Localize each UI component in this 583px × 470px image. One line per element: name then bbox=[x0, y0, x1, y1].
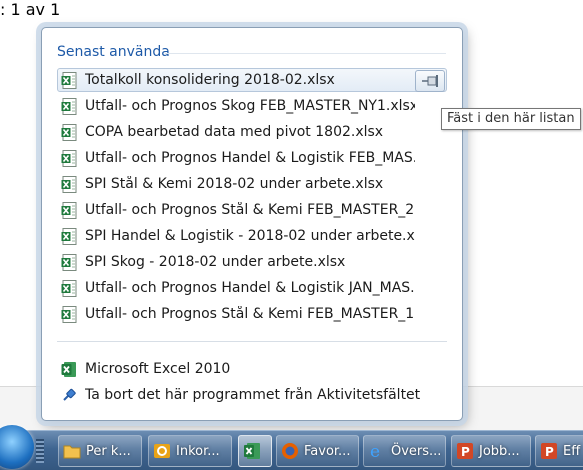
recent-file-label: Totalkoll konsolidering 2018-02.xlsx bbox=[85, 72, 335, 88]
recent-file-item[interactable]: SPI Skog - 2018-02 under arbete.xlsx bbox=[57, 250, 447, 274]
excel-file-icon bbox=[61, 149, 77, 167]
excel-file-icon bbox=[61, 175, 77, 193]
task-label: Ta bort det här programmet från Aktivite… bbox=[85, 387, 421, 403]
taskbar-button-label: Jobb... bbox=[479, 443, 520, 459]
recent-file-item[interactable]: COPA bearbetad data med pivot 1802.xlsx bbox=[57, 120, 447, 144]
recent-file-item[interactable]: Utfall- och Prognos Skog FEB_MASTER_NY1.… bbox=[57, 94, 447, 118]
pin-tooltip: Fäst i den här listan bbox=[441, 108, 581, 130]
recent-file-item[interactable]: Utfall- och Prognos Handel & Logistik JA… bbox=[57, 276, 447, 300]
excel-file-icon bbox=[61, 201, 77, 219]
powerpoint-icon: P bbox=[456, 442, 474, 460]
excel-app-icon bbox=[243, 442, 261, 460]
recent-file-label: SPI Stål & Kemi 2018-02 under arbete.xls… bbox=[85, 176, 384, 192]
taskbar-button-label: Övers... bbox=[391, 443, 442, 459]
folder-icon bbox=[63, 442, 81, 460]
recent-file-item[interactable]: SPI Handel & Logistik - 2018-02 under ar… bbox=[57, 224, 447, 248]
recent-file-label: COPA bearbetad data med pivot 1802.xlsx bbox=[85, 124, 384, 140]
excel-file-icon bbox=[61, 71, 77, 89]
pin-icon[interactable] bbox=[415, 70, 445, 92]
taskbar-button[interactable]: Per k... bbox=[58, 435, 142, 467]
page-count-text: : 1 av 1 bbox=[0, 0, 61, 19]
excel-app-icon bbox=[61, 361, 77, 378]
excel-jump-list: Senast använda Totalkoll konsolidering 2… bbox=[41, 27, 463, 421]
recent-file-label: Utfall- och Prognos Stål & Kemi FEB_MAST… bbox=[85, 202, 415, 218]
svg-text:e: e bbox=[370, 442, 380, 460]
excel-file-icon bbox=[61, 123, 77, 141]
recent-file-item[interactable]: Totalkoll konsolidering 2018-02.xlsx bbox=[57, 68, 447, 92]
taskbar-button-label: Inkor... bbox=[176, 443, 220, 459]
recent-file-item[interactable]: Utfall- och Prognos Stål & Kemi FEB_MAST… bbox=[57, 198, 447, 222]
svg-text:P: P bbox=[545, 445, 554, 459]
internet-explorer-icon: e bbox=[368, 442, 386, 462]
recent-section-header: Senast använda bbox=[57, 44, 170, 60]
powerpoint-icon: P bbox=[540, 442, 558, 460]
outlook-icon bbox=[153, 442, 171, 460]
recent-file-item[interactable]: Utfall- och Prognos Handel & Logistik FE… bbox=[57, 146, 447, 170]
recent-file-label: Utfall- och Prognos Handel & Logistik FE… bbox=[85, 150, 415, 166]
header-divider bbox=[165, 53, 446, 54]
recent-file-item[interactable]: Utfall- och Prognos Stål & Kemi FEB_MAST… bbox=[57, 302, 447, 326]
taskbar-button-label: Eff bbox=[563, 443, 581, 459]
taskbar-button[interactable] bbox=[238, 435, 272, 467]
taskbar-button[interactable]: Inkor... bbox=[148, 435, 232, 467]
tasks-divider bbox=[57, 341, 447, 342]
recent-file-label: Utfall- och Prognos Handel & Logistik JA… bbox=[85, 280, 415, 296]
recent-file-label: SPI Handel & Logistik - 2018-02 under ar… bbox=[85, 228, 415, 244]
taskbar-button[interactable]: e Övers... bbox=[363, 435, 446, 467]
taskbar-grip[interactable] bbox=[36, 439, 44, 463]
recent-file-label: SPI Skog - 2018-02 under arbete.xlsx bbox=[85, 254, 346, 270]
taskbar-button[interactable]: Favor... bbox=[276, 435, 359, 467]
start-button[interactable] bbox=[0, 425, 34, 469]
taskbar-button-label: Per k... bbox=[86, 443, 131, 459]
firefox-icon bbox=[281, 442, 299, 460]
recent-file-label: Utfall- och Prognos Stål & Kemi FEB_MAST… bbox=[85, 306, 415, 322]
open-excel-task[interactable]: Microsoft Excel 2010 bbox=[57, 357, 447, 381]
unpin-program-task[interactable]: Ta bort det här programmet från Aktivite… bbox=[57, 383, 447, 407]
excel-file-icon bbox=[61, 253, 77, 271]
excel-file-icon bbox=[61, 305, 77, 323]
taskbar: Per k... Inkor... Favor... e Övers... P Jobb..… bbox=[0, 425, 583, 470]
svg-text:P: P bbox=[461, 445, 470, 459]
excel-file-icon bbox=[61, 227, 77, 245]
excel-file-icon bbox=[61, 279, 77, 297]
excel-file-icon bbox=[61, 97, 77, 115]
taskbar-button-label: Favor... bbox=[304, 443, 351, 459]
recent-file-item[interactable]: SPI Stål & Kemi 2018-02 under arbete.xls… bbox=[57, 172, 447, 196]
unpin-icon bbox=[61, 387, 77, 404]
task-label: Microsoft Excel 2010 bbox=[85, 361, 231, 377]
recent-file-label: Utfall- och Prognos Skog FEB_MASTER_NY1.… bbox=[85, 98, 415, 114]
taskbar-button[interactable]: P Eff bbox=[535, 435, 583, 467]
taskbar-button[interactable]: P Jobb... bbox=[451, 435, 531, 467]
